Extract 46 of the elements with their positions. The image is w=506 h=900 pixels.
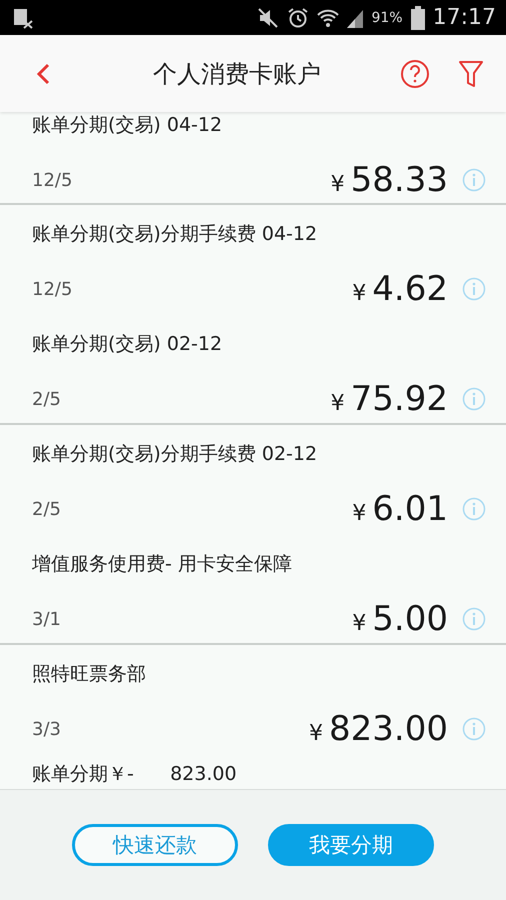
transaction-date: 12/5 [32, 278, 74, 300]
currency-symbol: ¥ [330, 391, 345, 416]
battery-icon [410, 6, 425, 30]
transaction-title: 照特旺票务部 [32, 662, 146, 687]
info-icon[interactable] [462, 168, 486, 192]
transaction-row[interactable]: 账单分期(交易) 04-12 12/5 ¥ 58.33 [0, 112, 506, 205]
page-title: 个人消费卡账户 [152, 58, 322, 90]
transaction-amount: 6.01 [372, 489, 448, 529]
info-icon[interactable] [462, 497, 486, 521]
sim-card-icon [12, 6, 34, 28]
transaction-row[interactable]: 账单分期(交易) 02-12 2/5 ¥ 75.92 [0, 315, 506, 425]
currency-symbol: ¥ [352, 501, 366, 526]
info-icon[interactable] [462, 387, 486, 411]
transaction-amount: 5.00 [372, 599, 448, 639]
info-icon[interactable] [462, 607, 486, 631]
transaction-title: 账单分期(交易) 04-12 [32, 113, 222, 138]
transaction-row[interactable]: 账单分期(交易)分期手续费 02-12 2/5 ¥ 6.01 [0, 425, 506, 535]
currency-symbol: ¥ [352, 611, 366, 636]
transaction-title: 增值服务使用费- 用卡安全保障 [32, 552, 292, 577]
battery-percent: 91% [371, 10, 403, 26]
transaction-date: 2/5 [32, 388, 62, 410]
transaction-row[interactable]: 增值服务使用费- 用卡安全保障 3/1 ¥ 5.00 [0, 535, 506, 645]
transaction-date: 12/5 [32, 170, 74, 190]
clock-time: 17:17 [432, 5, 496, 30]
info-icon[interactable] [462, 717, 486, 741]
transaction-amount: 823.00 [329, 709, 448, 749]
currency-symbol: ¥ [330, 172, 345, 197]
signal-icon [347, 8, 364, 28]
currency-symbol: ¥ [309, 721, 324, 746]
transaction-amount: 75.92 [350, 379, 448, 419]
transaction-amount: 4.62 [372, 269, 448, 309]
currency-symbol: ¥ [352, 281, 366, 306]
transaction-row[interactable]: 照特旺票务部 3/3 ¥ 823.00 [0, 645, 506, 755]
alarm-icon [287, 6, 310, 28]
transaction-title: 账单分期(交易) 02-12 [32, 332, 222, 357]
transaction-title: 账单分期(交易)分期手续费 04-12 [32, 222, 318, 247]
transaction-row[interactable]: 账单分期￥- 823.00 [0, 755, 506, 789]
transaction-title: 账单分期(交易)分期手续费 02-12 [32, 442, 318, 467]
transaction-row[interactable]: 账单分期(交易)分期手续费 04-12 12/5 ¥ 4.62 [0, 205, 506, 315]
transaction-title: 账单分期￥- 823.00 [32, 762, 237, 787]
mute-icon [257, 6, 280, 28]
transaction-date: 3/3 [32, 718, 62, 740]
transaction-amount: 58.33 [350, 160, 448, 200]
transaction-date: 2/5 [32, 498, 62, 520]
transaction-date: 3/1 [32, 608, 62, 630]
info-icon[interactable] [462, 277, 486, 301]
